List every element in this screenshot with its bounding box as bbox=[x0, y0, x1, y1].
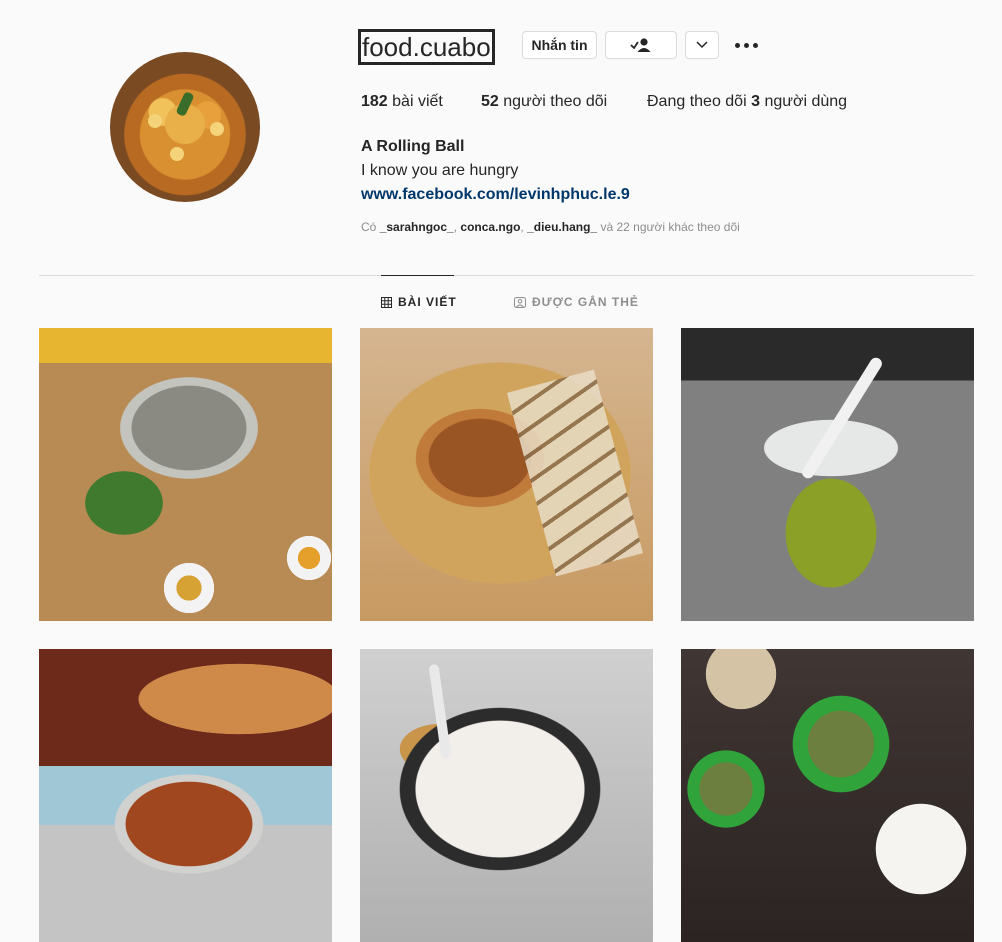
active-tab-indicator bbox=[381, 275, 454, 276]
follower-name[interactable]: conca.ngo bbox=[460, 220, 520, 234]
posts-count: 182 bbox=[361, 93, 388, 110]
more-horizontal-icon bbox=[735, 42, 740, 48]
posts-stat: 182 bài viết bbox=[361, 93, 443, 111]
post-thumbnail-grilled-chicken[interactable] bbox=[360, 328, 653, 621]
following-count: 3 bbox=[751, 93, 760, 110]
follower-name[interactable]: _dieu.hang_ bbox=[527, 220, 597, 234]
followers-label: người theo dõi bbox=[503, 93, 608, 110]
tab-tagged[interactable]: ĐƯỢC GẮN THẺ bbox=[514, 295, 639, 309]
profile-avatar[interactable] bbox=[110, 52, 260, 202]
tagged-icon bbox=[514, 296, 526, 308]
following-button[interactable] bbox=[605, 31, 677, 59]
tab-posts[interactable]: BÀI VIẾT bbox=[381, 295, 457, 309]
post-thumbnail-banh-mi-stew[interactable] bbox=[39, 649, 332, 942]
tab-tagged-label: ĐƯỢC GẮN THẺ bbox=[532, 295, 639, 309]
followed-by-text[interactable]: Có _sarahngoc_, conca.ngo, _dieu.hang_ v… bbox=[361, 220, 740, 234]
post-thumbnail-hotpot[interactable] bbox=[39, 328, 332, 621]
followers-stat[interactable]: 52 người theo dõi bbox=[481, 93, 607, 111]
message-button[interactable]: Nhắn tin bbox=[522, 31, 597, 59]
chevron-down-icon bbox=[696, 41, 708, 49]
followed-by-suffix: và 22 người khác theo dõi bbox=[600, 220, 740, 234]
user-check-icon bbox=[630, 38, 651, 52]
post-thumbnail-coconut-dessert[interactable] bbox=[360, 649, 653, 942]
following-prefix: Đang theo dõi bbox=[647, 93, 747, 110]
website-link[interactable]: www.facebook.com/levinhphuc.le.9 bbox=[361, 186, 630, 204]
tab-posts-label: BÀI VIẾT bbox=[398, 295, 457, 309]
followed-by-prefix: Có bbox=[361, 220, 377, 234]
tabs-divider bbox=[39, 275, 974, 276]
following-suffix: người dùng bbox=[764, 93, 848, 110]
full-name: A Rolling Ball bbox=[361, 138, 465, 155]
post-thumbnail-noodle-bowls[interactable] bbox=[681, 649, 974, 942]
post-thumbnail-dessert-cup[interactable] bbox=[681, 328, 974, 621]
posts-label: bài viết bbox=[392, 93, 443, 110]
follower-name[interactable]: _sarahngoc_ bbox=[380, 220, 454, 234]
suggested-dropdown-button[interactable] bbox=[685, 31, 719, 59]
following-stat[interactable]: Đang theo dõi 3 người dùng bbox=[647, 93, 847, 111]
more-options-button[interactable] bbox=[735, 36, 761, 54]
followers-count: 52 bbox=[481, 93, 499, 110]
bio-text: I know you are hungry bbox=[361, 162, 519, 179]
grid-icon bbox=[381, 296, 392, 308]
username[interactable]: food.cuabo bbox=[360, 31, 493, 63]
